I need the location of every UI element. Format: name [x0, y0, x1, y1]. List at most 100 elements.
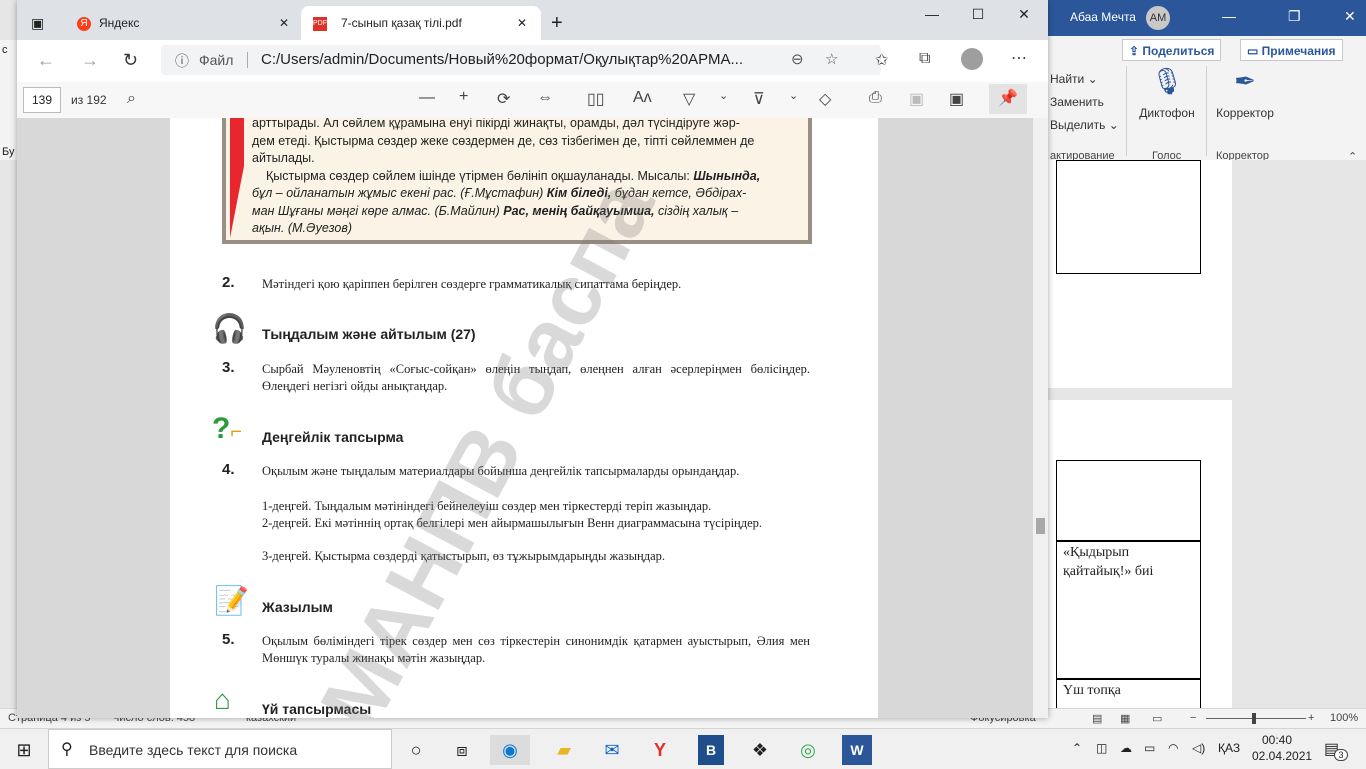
pin-toolbar-icon[interactable]: 📌 [989, 84, 1027, 114]
word-close-icon[interactable]: ✕ [1344, 8, 1356, 25]
tab-pdf[interactable]: PDF 7-сынып қазақ тілі.pdf ✕ [301, 6, 541, 40]
edge-icon[interactable]: ◉ [490, 735, 530, 765]
word-left-edge-2: Бу [2, 146, 15, 158]
volume-icon[interactable]: ◁) [1192, 741, 1205, 755]
chrome-icon[interactable]: ◎ [788, 735, 828, 765]
eraser-icon[interactable]: ◇ [819, 89, 831, 109]
close-tab-icon[interactable]: ✕ [279, 6, 289, 40]
save-icon[interactable]: ▣ [909, 89, 924, 109]
page-view-icon[interactable]: ▯▯ [587, 89, 605, 109]
scrollbar-thumb[interactable] [1036, 518, 1045, 534]
zoom-out-icon[interactable]: − [1190, 712, 1196, 724]
zoom-level[interactable]: 100% [1330, 712, 1358, 724]
dropbox-icon[interactable]: ❖ [740, 735, 780, 765]
pdf-viewer[interactable]: арттырады. Ал сөйлем құрамына енуі пікір… [17, 118, 1048, 718]
mail-icon[interactable]: ✉ [592, 735, 632, 765]
pen-icon: ✒ [1234, 66, 1256, 96]
zoom-out-icon[interactable]: — [419, 89, 435, 107]
task-view-icon[interactable]: ⧈ [442, 735, 482, 765]
file-explorer-icon[interactable]: ▰ [544, 735, 584, 765]
find-button[interactable]: Найти ⌄ [1050, 72, 1098, 86]
profile-icon[interactable] [961, 48, 983, 70]
avatar[interactable]: AM [1146, 6, 1170, 30]
section-heading: Жазылым [262, 599, 333, 615]
fit-page-icon[interactable]: ⇔ [537, 89, 553, 107]
tray-expand-icon[interactable]: ⌃ [1072, 741, 1082, 755]
address-bar[interactable]: ⓘ Файл C:/Users/admin/Documents/Новый%20… [161, 45, 881, 75]
favorites-icon[interactable]: ✩ [875, 50, 888, 70]
word-minimize-icon[interactable]: — [1222, 8, 1236, 24]
highlight-dropdown-icon[interactable]: ⌄ [789, 89, 798, 102]
dictophone-button[interactable]: 🎙 Диктофон [1134, 66, 1200, 120]
task-text: Сырбай Мәуленовтің «Соғыс-сойқан» өлеңін… [262, 362, 810, 393]
corrector-button[interactable]: ✒ Корректор [1212, 66, 1278, 120]
web-layout-icon[interactable]: ▭ [1152, 712, 1162, 725]
yandex-browser-icon[interactable]: Y [640, 735, 680, 765]
clock-time[interactable]: 00:40 [1262, 733, 1292, 747]
tray-icon-1[interactable]: ◫ [1096, 741, 1107, 755]
table-cell[interactable] [1056, 460, 1201, 542]
pdf-icon: PDF [313, 17, 327, 31]
refresh-icon[interactable]: ↻ [123, 50, 138, 71]
close-icon[interactable]: ✕ [1001, 6, 1047, 26]
print-layout-icon[interactable]: ▦ [1120, 712, 1130, 725]
word-ribbon: ⇪ Поделиться ▭ Примечания Найти ⌄ Замени… [1048, 36, 1366, 163]
maximize-icon[interactable]: ☐ [955, 6, 1001, 26]
zoom-in-icon[interactable]: + [1308, 712, 1314, 724]
select-button[interactable]: Выделить ⌄ [1050, 118, 1119, 132]
close-tab-icon[interactable]: ✕ [517, 6, 527, 40]
table-cell[interactable]: «Қыдырып қайтайық!» биі [1056, 540, 1201, 680]
new-tab-icon[interactable]: + [551, 6, 563, 40]
clock-date[interactable]: 02.04.2021 [1252, 749, 1312, 763]
windows-start-icon[interactable]: ⊞ [4, 735, 44, 765]
rotate-icon[interactable]: ⟳ [497, 89, 510, 109]
onedrive-icon[interactable]: ☁ [1120, 741, 1132, 755]
user-name: Абаа Мечта [1070, 10, 1136, 24]
add-favorite-icon[interactable]: ☆ [825, 50, 838, 68]
replace-button[interactable]: Заменить [1050, 95, 1104, 109]
notification-count: 3 [1334, 749, 1348, 761]
info-icon[interactable]: ⓘ [175, 51, 189, 71]
minimize-icon[interactable]: — [909, 6, 955, 26]
home-icon: ⌂ [214, 684, 231, 715]
zoom-slider[interactable] [1206, 718, 1306, 719]
back-icon[interactable]: ← [37, 50, 55, 71]
page-number-input[interactable]: 139 [23, 87, 61, 113]
share-button[interactable]: ⇪ Поделиться [1122, 39, 1222, 61]
search-box[interactable]: ⚲ Введите здесь текст для поиска [48, 729, 392, 769]
zoom-slider-thumb[interactable] [1252, 713, 1256, 724]
save-as-icon[interactable]: ▣ [949, 89, 964, 109]
word-document-area: «Қыдырып қайтайық!» биі Үш топқа [1048, 160, 1366, 718]
draw-icon[interactable]: ▽ [683, 89, 695, 109]
cortana-icon[interactable]: ○ [396, 735, 436, 765]
battery-icon[interactable]: ▭ [1144, 741, 1155, 755]
collections-icon[interactable]: ⧉ [919, 50, 930, 68]
tab-yandex[interactable]: Я Яндекс ✕ [65, 6, 299, 40]
zoom-icon[interactable]: ⊖ [791, 50, 804, 68]
read-aloud-icon[interactable]: Aʌ [633, 89, 652, 107]
highlight-icon[interactable]: ⊽ [753, 89, 765, 109]
section-heading: Үй тапсырмасы [262, 701, 372, 717]
tab-actions-icon[interactable]: ▣ [31, 6, 53, 40]
search-icon[interactable]: ⌕ [127, 90, 136, 108]
forward-icon[interactable]: → [81, 50, 99, 71]
print-icon[interactable]: ⎙ [869, 89, 882, 107]
draw-dropdown-icon[interactable]: ⌄ [719, 89, 728, 102]
word-icon[interactable]: W [842, 735, 872, 765]
word-restore-icon[interactable]: ❐ [1288, 8, 1301, 25]
zoom-in-icon[interactable]: + [459, 88, 468, 106]
url-text[interactable]: C:/Users/admin/Documents/Новый%20формат/… [261, 51, 743, 68]
task-text: Оқылым бөліміндегі тірек сөздер мен сөз … [262, 634, 810, 665]
vertical-scrollbar[interactable] [1033, 118, 1048, 718]
read-mode-icon[interactable]: ▤ [1092, 712, 1102, 725]
more-icon[interactable]: ⋯ [1011, 48, 1027, 68]
section-heading: Тыңдалым және айтылым (27) [262, 326, 476, 342]
total-pages: из 192 [71, 93, 107, 107]
task-text: Мәтіндегі қою қаріппен берілген сөздерге… [262, 277, 682, 291]
wifi-icon[interactable]: ◠ [1168, 741, 1178, 755]
table-cell[interactable] [1056, 160, 1201, 274]
notes-button[interactable]: ▭ Примечания [1240, 39, 1343, 61]
language-indicator[interactable]: ҚАЗ [1218, 741, 1240, 755]
share-icon: ⇪ [1129, 44, 1143, 58]
app-b-icon[interactable]: B [698, 735, 724, 765]
